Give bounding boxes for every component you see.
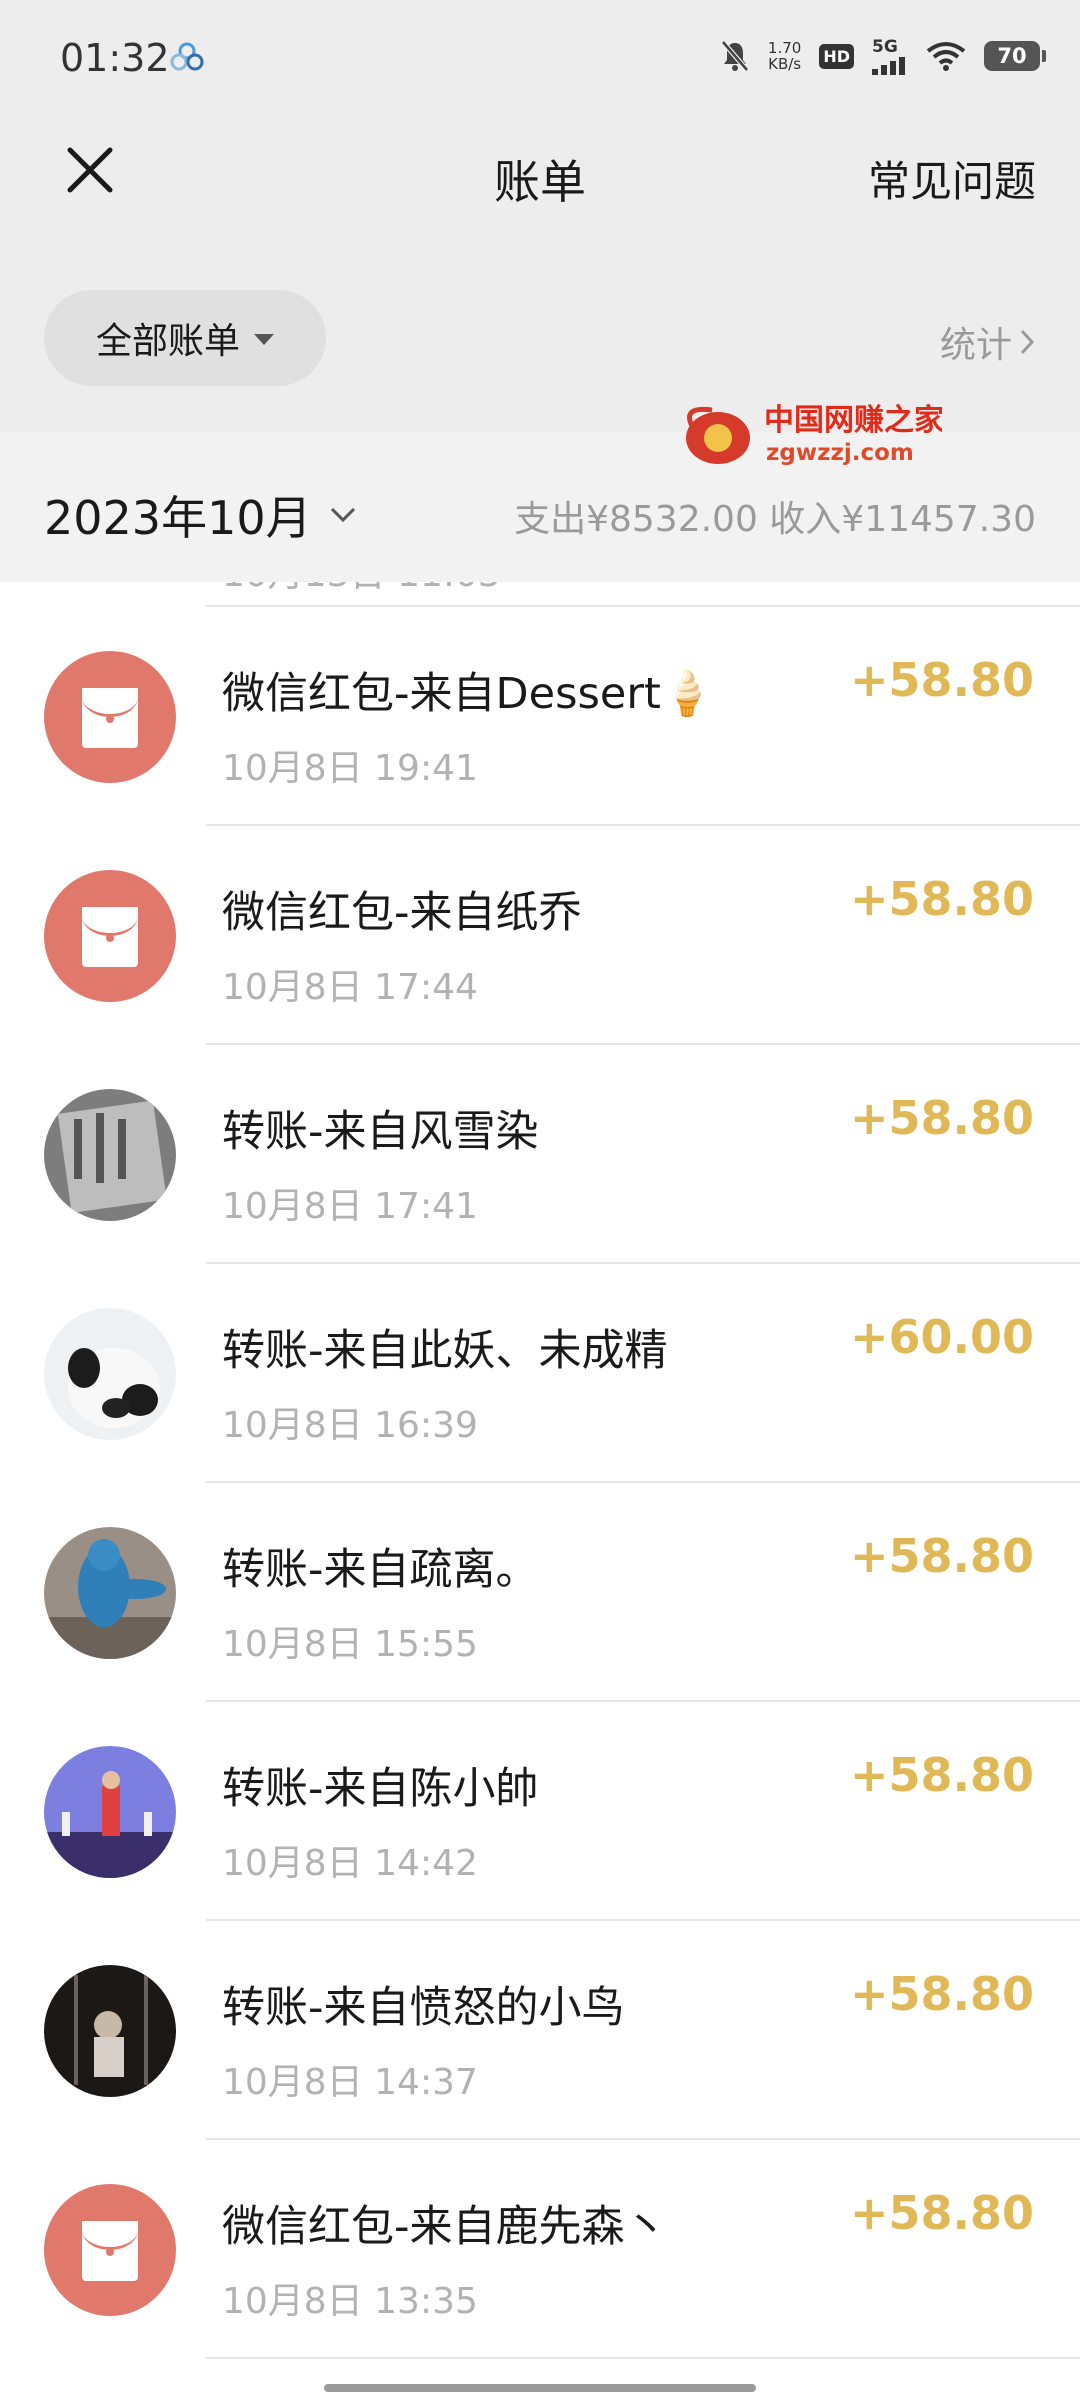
stats-label: 统计 — [939, 325, 1012, 366]
stats-button[interactable]: 统计 — [940, 316, 1036, 368]
watermark-logo: 中国网赚之家 zgwzzj.com — [682, 396, 944, 476]
status-icons: 1.70 KB/s HD 5G 70 — [720, 34, 1046, 78]
transaction-item[interactable]: 微信红包-来自鹿先森丶 10月8日 13:35 +58.80 — [0, 2140, 1080, 2359]
home-indicator[interactable] — [324, 2384, 756, 2392]
transaction-time: 10月13日 11:03 — [222, 582, 501, 597]
network-speed-value: 1.70 — [767, 39, 802, 57]
transaction-time: 10月8日 19:41 — [222, 748, 478, 789]
transaction-time: 10月8日 13:35 — [222, 2281, 478, 2322]
transaction-item[interactable]: 转账-来自陈小帥 10月8日 14:42 +58.80 — [0, 1702, 1080, 1921]
cellular-signal: 5G — [872, 37, 908, 75]
chevron-down-icon — [330, 507, 355, 523]
transaction-title: 微信红包-来自Dessert🍦 — [222, 669, 715, 719]
chevron-right-icon — [1020, 329, 1035, 355]
transaction-item[interactable]: 转账-来自此妖、未成精 10月8日 16:39 +60.00 — [0, 1264, 1080, 1483]
transaction-item[interactable]: 微信红包-来自纸乔 10月8日 17:44 +58.80 — [0, 826, 1080, 1045]
faq-button[interactable]: 常见问题 — [868, 148, 1036, 209]
battery-level: 70 — [997, 44, 1027, 68]
transaction-item[interactable]: 转账-来自愤怒的小鸟 10月8日 14:37 +58.80 — [0, 1921, 1080, 2140]
mute-bell-icon — [721, 40, 749, 72]
transaction-amount: +58.80 — [849, 1967, 1034, 2021]
battery-indicator: 70 — [984, 41, 1046, 71]
network-type: 5G — [872, 37, 898, 57]
transaction-time: 10月8日 17:44 — [222, 967, 478, 1008]
caret-down-icon — [254, 334, 274, 345]
watermark-text-url: zgwzzj.com — [766, 440, 914, 466]
transaction-time: 10月8日 17:41 — [222, 1186, 478, 1227]
close-icon[interactable] — [60, 140, 120, 200]
transaction-title: 转账-来自陈小帥 — [222, 1764, 539, 1814]
month-label: 2023年10月 — [44, 491, 312, 545]
transaction-title: 转账-来自此妖、未成精 — [222, 1326, 668, 1376]
watermark-image: 中国网赚之家 zgwzzj.com — [686, 403, 944, 466]
status-bar: 01:32 1.70 KB/s HD 5G 70 — [0, 0, 1080, 118]
transaction-item[interactable]: 转账-来自疏离。 10月8日 15:55 +58.80 — [0, 1483, 1080, 1702]
user-avatar — [44, 1965, 176, 2097]
watermark-text-cn: 中国网赚之家 — [764, 403, 942, 438]
transaction-amount: +58.80 — [849, 872, 1034, 926]
transaction-title: 微信红包-来自鹿先森丶 — [222, 2202, 668, 2252]
nav-bar: 账单 常见问题 — [0, 118, 1080, 268]
wifi-icon — [926, 42, 966, 71]
transaction-list[interactable]: 10月13日 11:03 微信红包-来自Dessert🍦 10月8日 19:41… — [0, 582, 1080, 2400]
user-avatar — [44, 1746, 176, 1878]
signal-bars-icon — [872, 57, 905, 75]
transaction-time: 10月8日 14:42 — [222, 1843, 478, 1884]
red-packet-icon — [44, 2184, 176, 2316]
all-bills-label: 全部账单 — [95, 321, 240, 362]
user-avatar — [44, 1308, 176, 1440]
transaction-amount: +58.80 — [849, 1748, 1034, 1802]
transaction-title: 转账-来自风雪染 — [222, 1107, 539, 1157]
network-speed-unit: KB/s — [768, 55, 802, 73]
transaction-time: 10月8日 14:37 — [222, 2062, 478, 2103]
transaction-item[interactable]: 10月13日 11:03 — [0, 582, 1080, 607]
transaction-amount: +58.80 — [849, 653, 1034, 707]
transaction-amount: +58.80 — [849, 1091, 1034, 1145]
status-time: 01:32 — [60, 36, 170, 80]
all-bills-filter-button[interactable]: 全部账单 — [44, 290, 326, 386]
red-packet-icon — [44, 870, 176, 1002]
month-summary: 支出¥8532.00 收入¥11457.30 — [514, 499, 1036, 540]
red-packet-icon — [44, 651, 176, 783]
user-avatar — [44, 1527, 176, 1659]
app-notification-icon — [170, 42, 204, 71]
transaction-amount: +60.00 — [849, 1310, 1034, 1364]
month-picker[interactable]: 2023年10月 — [44, 482, 358, 548]
transaction-title: 微信红包-来自纸乔 — [222, 888, 582, 938]
transaction-amount: +58.80 — [849, 2186, 1034, 2240]
hd-badge: HD — [819, 43, 854, 69]
transaction-title: 转账-来自疏离。 — [222, 1545, 539, 1595]
transaction-time: 10月8日 15:55 — [222, 1624, 478, 1665]
user-avatar — [44, 1089, 176, 1221]
transaction-title: 转账-来自愤怒的小鸟 — [222, 1983, 625, 2033]
network-speed: 1.70 KB/s — [768, 40, 801, 72]
transaction-time: 10月8日 16:39 — [222, 1405, 478, 1446]
transaction-amount: +58.80 — [849, 1529, 1034, 1583]
transaction-item[interactable]: 微信红包-来自Dessert🍦 10月8日 19:41 +58.80 — [0, 607, 1080, 826]
transaction-item[interactable]: 转账-来自风雪染 10月8日 17:41 +58.80 — [0, 1045, 1080, 1264]
divider — [206, 2357, 1080, 2359]
